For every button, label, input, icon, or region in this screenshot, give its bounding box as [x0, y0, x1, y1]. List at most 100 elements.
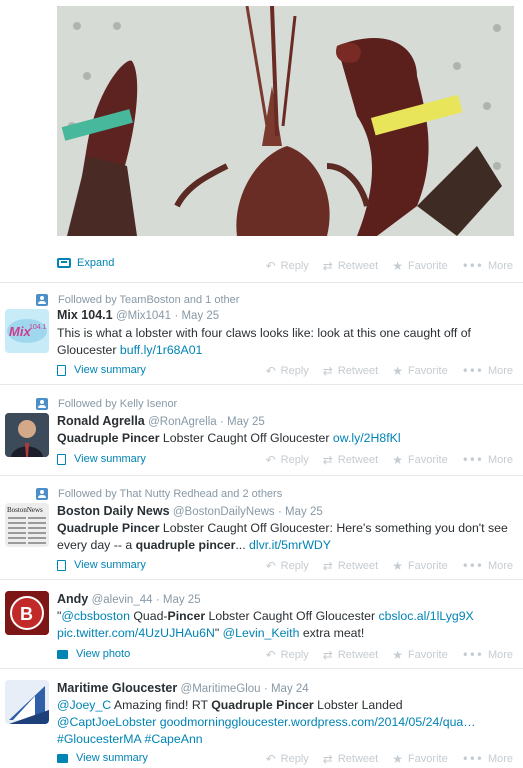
tweet-date[interactable]: May 24	[271, 683, 309, 695]
more-button[interactable]: ••• More	[462, 752, 513, 766]
tweet-header: Mix 104.1 @Mix1041 · May 25	[57, 308, 220, 322]
tweet-date[interactable]: May 25	[181, 310, 219, 322]
reply-button[interactable]: ↶ Reply	[266, 259, 309, 273]
view-summary-link[interactable]: View summary	[57, 559, 146, 571]
document-icon	[57, 364, 66, 376]
lobster-photo[interactable]	[57, 6, 514, 236]
star-icon: ★	[392, 259, 403, 273]
tweet[interactable]: Followed by TeamBoston and 1 other Mix 1…	[0, 283, 523, 385]
favorite-button[interactable]: ★ Favorite	[392, 752, 448, 766]
tweet-link[interactable]: ow.ly/2H8fKl	[333, 431, 401, 445]
reply-icon: ↶	[265, 364, 276, 378]
photo-icon	[57, 753, 68, 763]
reply-button[interactable]: ↶ Reply	[266, 453, 309, 467]
more-button[interactable]: ••• More	[462, 364, 513, 378]
view-summary-link[interactable]: View summary	[57, 752, 148, 764]
reply-button[interactable]: ↶ Reply	[266, 648, 309, 662]
tweet-link[interactable]: buff.ly/1r68A01	[120, 343, 203, 357]
avatar-image: B	[5, 591, 49, 635]
avatar[interactable]: Mix 104.1	[5, 309, 49, 353]
tweet-text: @Joey_C Amazing find! RT Quadruple Pince…	[57, 698, 476, 746]
tweet-actions: ↶ Reply ⇄ Retweet ★ Favorite ••• More	[266, 648, 513, 662]
mention-link[interactable]: @cbsboston	[61, 609, 130, 623]
view-photo-link[interactable]: View photo	[57, 648, 130, 660]
retweet-button[interactable]: ⇄ Retweet	[323, 752, 378, 766]
more-button[interactable]: ••• More	[462, 259, 513, 273]
tweet[interactable]: Followed by That Nutty Redhead and 2 oth…	[0, 476, 523, 580]
user-handle[interactable]: @MaritimeGlou	[181, 683, 261, 695]
tweet[interactable]: B Andy @alevin_44 · May 25 "@cbsboston Q…	[0, 580, 523, 669]
avatar[interactable]: BostonNews	[5, 503, 49, 547]
user-icon	[36, 488, 48, 500]
svg-text:B: B	[20, 604, 33, 624]
photo-icon	[57, 649, 68, 659]
retweet-icon: ⇄	[322, 559, 333, 573]
mention-link[interactable]: @CaptJoeLobster	[57, 715, 156, 729]
tweet-date[interactable]: May 25	[285, 506, 323, 518]
more-icon: •••	[461, 364, 483, 378]
user-name[interactable]: Andy	[57, 592, 88, 606]
view-summary-link[interactable]: View summary	[57, 453, 146, 465]
reply-button[interactable]: ↶ Reply	[266, 752, 309, 766]
star-icon: ★	[392, 559, 403, 573]
retweet-icon: ⇄	[322, 259, 333, 273]
retweet-icon: ⇄	[322, 364, 333, 378]
favorite-button[interactable]: ★ Favorite	[392, 648, 448, 662]
hashtag-link[interactable]: #GloucesterMA	[57, 732, 141, 746]
reply-icon: ↶	[265, 559, 276, 573]
avatar-image: BostonNews	[5, 503, 49, 547]
tweet-text: Quadruple Pincer Lobster Caught Off Glou…	[57, 521, 508, 552]
favorite-button[interactable]: ★ Favorite	[392, 364, 448, 378]
tweet[interactable]: Followed by Kelly Isenor Ronald Agrella …	[0, 385, 523, 476]
retweet-button[interactable]: ⇄ Retweet	[323, 259, 378, 273]
avatar[interactable]	[5, 680, 49, 724]
follow-context: Followed by That Nutty Redhead and 2 oth…	[36, 488, 282, 500]
tweet-link[interactable]: cbsloc.al/1lLyg9X	[379, 609, 474, 623]
user-handle[interactable]: @alevin_44	[92, 594, 153, 606]
tweet-date[interactable]: May 25	[227, 416, 265, 428]
retweet-button[interactable]: ⇄ Retweet	[323, 453, 378, 467]
tweet-header: Ronald Agrella @RonAgrella · May 25	[57, 414, 265, 428]
user-handle[interactable]: @RonAgrella	[148, 416, 217, 428]
user-handle[interactable]: @BostonDailyNews	[173, 506, 275, 518]
tweet[interactable]: Maritime Gloucester @MaritimeGlou · May …	[0, 669, 523, 768]
mention-link[interactable]: @Joey_C	[57, 698, 111, 712]
user-name[interactable]: Maritime Gloucester	[57, 681, 177, 695]
view-summary-link[interactable]: View summary	[57, 364, 146, 376]
document-icon	[57, 559, 66, 571]
more-button[interactable]: ••• More	[462, 453, 513, 467]
favorite-button[interactable]: ★ Favorite	[392, 559, 448, 573]
photo-link[interactable]: pic.twitter.com/4UzUJHAu6N	[57, 626, 215, 640]
tweet-text: This is what a lobster with four claws l…	[57, 326, 471, 357]
user-name[interactable]: Mix 104.1	[57, 308, 113, 322]
retweet-button[interactable]: ⇄ Retweet	[323, 364, 378, 378]
tweet-link[interactable]: dlvr.it/5mrWDY	[249, 538, 331, 552]
avatar-image	[5, 680, 49, 724]
reply-button[interactable]: ↶ Reply	[266, 559, 309, 573]
tweet-header: Maritime Gloucester @MaritimeGlou · May …	[57, 681, 309, 695]
tweet-date[interactable]: May 25	[163, 594, 201, 606]
retweet-button[interactable]: ⇄ Retweet	[323, 648, 378, 662]
document-icon	[57, 453, 66, 465]
user-handle[interactable]: @Mix1041	[116, 310, 171, 322]
reply-button[interactable]: ↶ Reply	[266, 364, 309, 378]
more-button[interactable]: ••• More	[462, 648, 513, 662]
avatar[interactable]: B	[5, 591, 49, 635]
user-icon	[36, 398, 48, 410]
tweet-actions: ↶ Reply ⇄ Retweet ★ Favorite ••• More	[266, 559, 513, 573]
more-button[interactable]: ••• More	[462, 559, 513, 573]
avatar-image: Mix 104.1	[5, 309, 49, 353]
user-name[interactable]: Ronald Agrella	[57, 414, 145, 428]
reply-icon: ↶	[265, 752, 276, 766]
avatar[interactable]	[5, 413, 49, 457]
favorite-button[interactable]: ★ Favorite	[392, 259, 448, 273]
follow-context: Followed by TeamBoston and 1 other	[36, 294, 239, 306]
tweet-link[interactable]: goodmorninggloucester.wordpress.com/2014…	[160, 715, 476, 729]
hashtag-link[interactable]: #CapeAnn	[145, 732, 203, 746]
retweet-button[interactable]: ⇄ Retweet	[323, 559, 378, 573]
mention-link[interactable]: @Levin_Keith	[223, 626, 300, 640]
expand-link[interactable]: Expand	[57, 257, 114, 269]
user-name[interactable]: Boston Daily News	[57, 504, 170, 518]
favorite-button[interactable]: ★ Favorite	[392, 453, 448, 467]
reply-icon: ↶	[265, 453, 276, 467]
